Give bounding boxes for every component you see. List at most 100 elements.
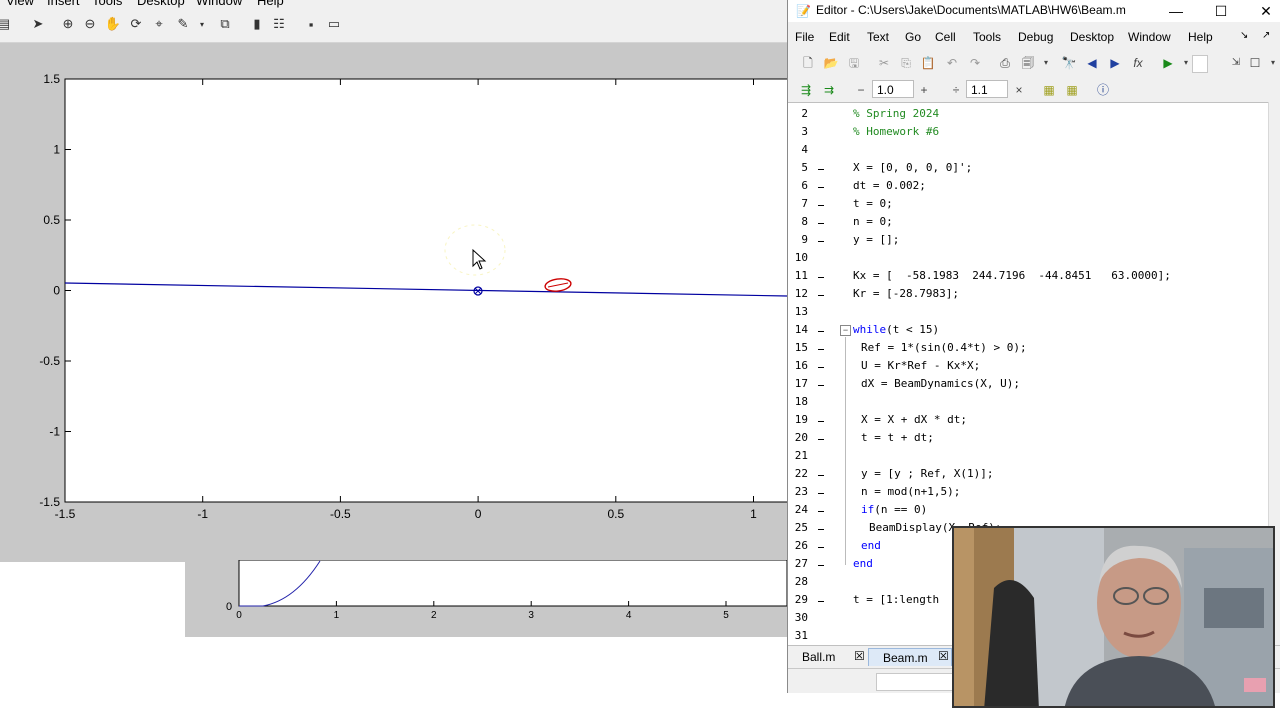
breakpoint-dash[interactable]: [818, 493, 824, 494]
print-icon[interactable]: ▤: [0, 16, 12, 32]
breakpoint-dash[interactable]: [818, 601, 824, 602]
menu-desktop[interactable]: Desktop: [137, 0, 185, 8]
x-tick-label: 1: [750, 507, 757, 521]
breakpoint-dash[interactable]: [818, 511, 824, 512]
menu-tools[interactable]: Tools: [92, 0, 122, 8]
maximize-icon[interactable]: ☐: [1211, 1, 1231, 21]
stack-dropdown[interactable]: [1192, 55, 1208, 73]
hide-plot-tools-icon[interactable]: ▪: [303, 16, 319, 32]
zoom-out-icon[interactable]: ⊖: [82, 16, 98, 32]
data-cursor-icon[interactable]: ⌖: [151, 16, 167, 32]
breakpoint-dash[interactable]: [818, 223, 824, 224]
breakpoint-dash[interactable]: [818, 349, 824, 350]
single-layout-icon[interactable]: ☐: [1247, 55, 1263, 71]
breakpoint-dash[interactable]: [818, 277, 824, 278]
print-icon[interactable]: ⎙: [997, 55, 1013, 71]
redo-icon[interactable]: ↷: [967, 55, 983, 71]
breakpoint-dash[interactable]: [818, 529, 824, 530]
brush-icon[interactable]: ✎: [175, 16, 191, 32]
legend-icon[interactable]: ☷: [271, 16, 287, 32]
open-file-icon[interactable]: 📂: [823, 55, 839, 71]
breakpoint-dash[interactable]: [818, 295, 824, 296]
breakpoint-dash[interactable]: [818, 439, 824, 440]
forward-icon[interactable]: ▶: [1107, 55, 1123, 71]
menu-cell[interactable]: Cell: [935, 30, 956, 44]
close-icon[interactable]: ✕: [1256, 1, 1276, 21]
menu-window[interactable]: Window: [196, 0, 242, 8]
menu-window[interactable]: Window: [1128, 30, 1171, 44]
fold-guide-line: [845, 337, 846, 565]
run-icon[interactable]: ▶: [1160, 55, 1176, 71]
menu-desktop[interactable]: Desktop: [1070, 30, 1114, 44]
line-number: 4: [801, 143, 808, 156]
tab-ball-close-icon[interactable]: ☒: [854, 649, 865, 663]
decrement-button[interactable]: −: [853, 82, 869, 98]
minimize-icon[interactable]: —: [1166, 1, 1186, 21]
menu-help[interactable]: Help: [1188, 30, 1213, 44]
axes-box: [64, 78, 787, 503]
cell-value-2[interactable]: 1.1: [966, 80, 1008, 98]
cut-icon[interactable]: ✂: [876, 55, 892, 71]
colorbar-icon[interactable]: ▮: [249, 16, 265, 32]
undock-icon[interactable]: ↘: [1240, 30, 1248, 41]
breakpoint-dash[interactable]: [818, 565, 824, 566]
y-tick-label: -0.5: [39, 354, 60, 368]
cell-eval-advance-icon[interactable]: ⇉: [821, 82, 837, 98]
breakpoint-dash[interactable]: [818, 241, 824, 242]
menu-help[interactable]: Help: [257, 0, 284, 8]
menu-debug[interactable]: Debug: [1018, 30, 1053, 44]
breakpoint-dash[interactable]: [818, 547, 824, 548]
menu-insert[interactable]: Insert: [47, 0, 80, 8]
multiply-button[interactable]: ×: [1011, 82, 1027, 98]
menu-edit[interactable]: Edit: [829, 30, 850, 44]
link-plot-icon[interactable]: ⧉: [217, 16, 233, 32]
breakpoint-dash[interactable]: [818, 475, 824, 476]
tab-beam-close-icon[interactable]: ☒: [938, 649, 949, 663]
find-files-icon[interactable]: 🗐: [1020, 55, 1036, 71]
menu-go[interactable]: Go: [905, 30, 921, 44]
y-tick-label: 1: [53, 143, 60, 157]
menu-text[interactable]: Text: [867, 30, 889, 44]
paste-icon[interactable]: 📋: [920, 55, 936, 71]
split-layout-icon[interactable]: ▾: [1265, 55, 1280, 71]
breakpoint-dash[interactable]: [818, 169, 824, 170]
breakpoint-dash[interactable]: [818, 205, 824, 206]
copy-icon[interactable]: ⎘: [898, 55, 914, 71]
breakpoint-dash[interactable]: [818, 331, 824, 332]
undo-icon[interactable]: ↶: [944, 55, 960, 71]
cell-value-1[interactable]: 1.0: [872, 80, 914, 98]
show-cell-lines-icon[interactable]: ▦: [1064, 82, 1080, 98]
show-cell-titles-icon[interactable]: ▦: [1041, 82, 1057, 98]
code-line: n = mod(n+1,5);: [861, 485, 961, 498]
back-icon[interactable]: ◀: [1084, 55, 1100, 71]
dock-layout-icon[interactable]: ⇲: [1228, 55, 1244, 71]
pan-hand-icon[interactable]: ✋: [105, 16, 121, 32]
code-line: Kr = [-28.7983];: [853, 287, 959, 300]
line-number: 27: [794, 557, 808, 570]
increment-button[interactable]: +: [916, 82, 932, 98]
menu-file[interactable]: File: [795, 30, 814, 44]
close-doc-icon[interactable]: ↗: [1262, 30, 1270, 41]
menu-view[interactable]: View: [6, 0, 34, 8]
show-plot-tools-icon[interactable]: ▭: [326, 16, 342, 32]
find-dropdown-icon[interactable]: ▾: [1038, 55, 1054, 71]
brush-dropdown-icon[interactable]: ▾: [194, 16, 210, 32]
breakpoint-dash[interactable]: [818, 385, 824, 386]
breakpoint-dash[interactable]: [818, 367, 824, 368]
rotate-3d-icon[interactable]: ⟳: [128, 16, 144, 32]
divide-button[interactable]: ÷: [948, 82, 964, 98]
line-number: 15: [794, 341, 808, 354]
info-icon[interactable]: ⓘ: [1095, 82, 1111, 98]
function-icon[interactable]: fx: [1130, 55, 1146, 71]
save-icon[interactable]: 🖫: [846, 55, 862, 71]
breakpoint-dash[interactable]: [818, 421, 824, 422]
find-icon[interactable]: 🔭: [1061, 55, 1077, 71]
zoom-in-icon[interactable]: ⊕: [60, 16, 76, 32]
menu-tools[interactable]: Tools: [973, 30, 1001, 44]
code-line: Ref = 1*(sin(0.4*t) > 0);: [861, 341, 1027, 354]
fold-toggle-icon[interactable]: −: [840, 325, 851, 336]
cell-eval-icon[interactable]: ⇶: [798, 82, 814, 98]
pointer-icon[interactable]: ➤: [30, 16, 46, 32]
breakpoint-dash[interactable]: [818, 187, 824, 188]
new-file-icon[interactable]: 🗋: [800, 55, 816, 71]
